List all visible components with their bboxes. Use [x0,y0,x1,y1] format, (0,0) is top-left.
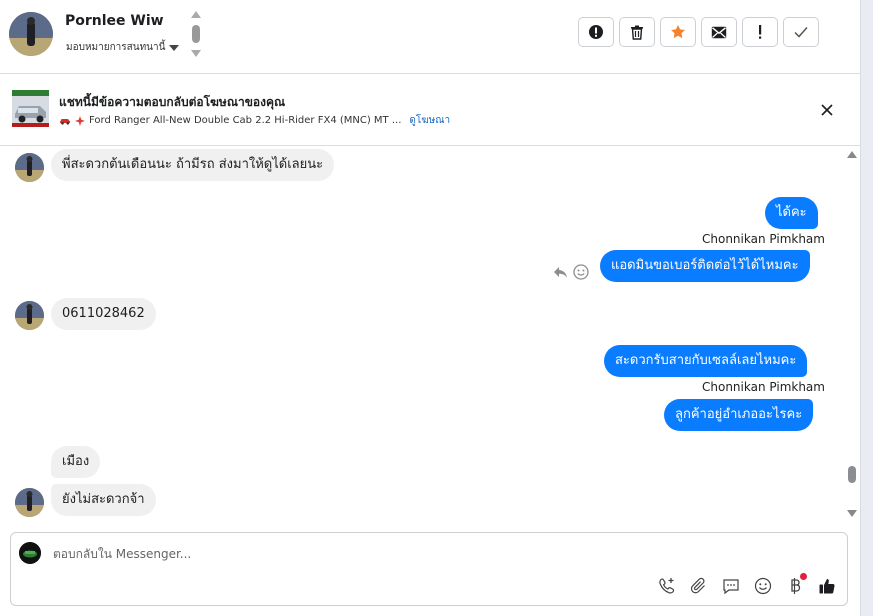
ad-reply-banner: แชทนี้มีข้อความตอบกลับต่อโฆษณาของคุณ For… [0,74,860,146]
attach-button[interactable] [689,576,709,596]
composer-tools [657,573,837,596]
reply-composer [10,532,848,606]
notification-dot [800,573,807,580]
sender-name: Chonnikan Pimkham [702,232,825,246]
delete-button[interactable] [619,17,655,47]
saved-replies-button[interactable] [721,576,741,596]
mark-unread-button[interactable] [701,17,737,47]
conversation-scroll-stepper[interactable] [189,11,203,59]
message-bubble-incoming[interactable]: เมือง [51,446,101,478]
arrow-down-icon[interactable] [191,50,201,57]
star-icon [671,25,685,39]
check-icon [794,27,808,38]
payment-button[interactable] [785,573,807,596]
contact-avatar[interactable] [9,12,53,56]
emoji-button[interactable] [753,576,773,596]
scroll-up-arrow[interactable] [847,151,857,158]
conversation-panel: Pornlee Wiw มอบหมายการสนทนานี้ แชทนี้มีข… [0,0,860,616]
paperclip-icon [690,577,705,594]
side-panel-edge [860,0,873,616]
mail-icon [711,26,727,38]
assign-label: มอบหมายการสนทนานี้ [66,42,166,53]
baht-icon [791,578,801,594]
alert-circle-icon [589,25,603,39]
stepper-handle[interactable] [192,25,200,43]
reply-input[interactable] [53,544,753,564]
reply-icon[interactable] [553,266,568,279]
message-bubble-outgoing[interactable]: ได้คะ [765,197,818,229]
contact-name[interactable]: Pornlee Wiw [65,13,164,29]
arrow-up-icon[interactable] [191,11,201,18]
close-banner-button[interactable] [816,99,838,121]
scrollbar-thumb[interactable] [848,466,856,483]
conversation-header: Pornlee Wiw มอบหมายการสนทนานี้ [0,0,860,74]
sender-name: Chonnikan Pimkham [702,380,825,394]
assign-conversation-dropdown[interactable]: มอบหมายการสนทนานี้ [66,40,180,55]
saved-reply-icon [723,579,739,595]
page-avatar [19,542,41,564]
trash-icon [631,25,643,40]
message-thread: พี่สะดวกต้นเดือนนะ ถ้ามีรถ ส่งมาให้ดูได้… [0,146,845,531]
thumbs-up-icon [819,579,835,594]
mark-spam-button[interactable] [578,17,614,47]
mark-done-button[interactable] [783,17,819,47]
ad-thumbnail[interactable] [12,90,49,127]
message-hover-actions [553,264,589,280]
message-bubble-incoming[interactable]: 0611028462 [51,298,156,330]
car-icon [60,119,70,125]
ad-car-name: Ford Ranger All-New Double Cab 2.2 Hi-Ri… [89,115,402,126]
exclamation-icon [759,25,762,39]
contact-avatar-small[interactable] [15,488,44,517]
view-ad-link[interactable]: ดูโฆษณา [409,113,450,128]
message-bubble-outgoing[interactable]: ลูกค้าอยู่อำเภออะไรคะ [664,399,814,431]
star-button[interactable] [660,17,696,47]
phone-add-icon [659,578,675,594]
emoji-react-icon[interactable] [573,264,589,280]
message-bubble-incoming[interactable]: พี่สะดวกต้นเดือนนะ ถ้ามีรถ ส่งมาให้ดูได้… [51,149,335,181]
follow-up-button[interactable] [742,17,778,47]
call-request-button[interactable] [657,576,677,596]
scroll-down-arrow[interactable] [847,510,857,517]
like-button[interactable] [817,576,837,596]
emoji-icon [754,577,772,595]
close-icon [821,104,833,116]
contact-avatar-small[interactable] [15,301,44,330]
sparkle-icon [75,115,85,126]
message-bubble-outgoing[interactable]: สะดวกรับสายกับเซลล์เลยไหมคะ [604,345,808,377]
ad-banner-title: แชทนี้มีข้อความตอบกลับต่อโฆษณาของคุณ [59,95,286,109]
message-bubble-outgoing[interactable]: แอดมินขอเบอร์ติดต่อไว้ได้ไหมคะ [600,250,810,282]
ad-banner-subtitle: Ford Ranger All-New Double Cab 2.2 Hi-Ri… [59,113,450,128]
contact-avatar-small[interactable] [15,153,44,182]
message-bubble-incoming[interactable]: ยังไม่สะดวกจ้า [51,484,156,516]
header-actions [578,17,819,47]
caret-down-icon [169,44,180,51]
